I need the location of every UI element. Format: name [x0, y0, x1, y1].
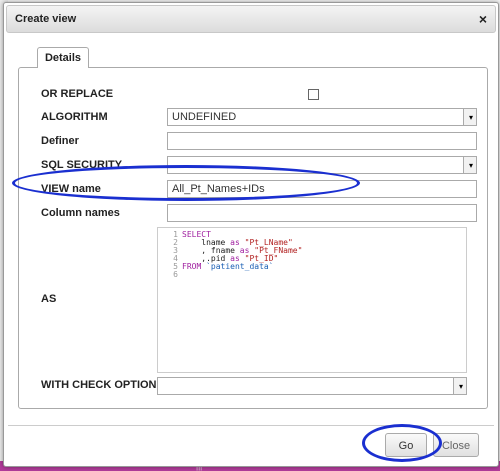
algorithm-select[interactable]: UNDEFINED ▾: [167, 108, 477, 126]
tab-details[interactable]: Details: [37, 47, 89, 68]
sql-editor[interactable]: 123456 SELECT lname as "Pt_LName" , fnam…: [157, 227, 467, 373]
create-view-dialog: Create view × Details OR REPLACE ALGORIT…: [3, 2, 499, 467]
sql-code: SELECT lname as "Pt_LName" , fname as "P…: [182, 231, 302, 279]
definer-label: Definer: [41, 135, 79, 147]
as-label: AS: [41, 293, 57, 305]
close-icon[interactable]: ×: [479, 11, 487, 27]
chevron-down-icon: ▾: [458, 382, 463, 391]
column-names-input[interactable]: [167, 204, 477, 222]
or-replace-label: OR REPLACE: [41, 88, 114, 100]
annotation-ellipse-view-name: [12, 165, 360, 201]
chevron-down-icon: ▾: [468, 113, 473, 122]
dialog-title: Create view: [15, 13, 77, 25]
with-check-option-label: WITH CHECK OPTION: [41, 379, 157, 391]
line-number-gutter: 123456: [158, 231, 178, 279]
chevron-down-icon: ▾: [468, 161, 473, 170]
details-panel: OR REPLACE ALGORITHM UNDEFINED ▾ Definer…: [18, 67, 488, 409]
dialog-content: Details OR REPLACE ALGORITHM UNDEFINED ▾…: [8, 35, 492, 421]
line-number: 6: [173, 270, 178, 279]
dialog-titlebar: Create view ×: [6, 5, 496, 33]
algorithm-value: UNDEFINED: [172, 111, 237, 123]
definer-input[interactable]: [167, 132, 477, 150]
column-names-label: Column names: [41, 207, 120, 219]
algorithm-label: ALGORITHM: [41, 111, 108, 123]
code-line: FROM `patient_data`: [182, 262, 274, 271]
annotation-ellipse-go: [362, 424, 442, 462]
with-check-option-select[interactable]: ▾: [157, 377, 467, 395]
or-replace-checkbox[interactable]: [308, 89, 319, 100]
